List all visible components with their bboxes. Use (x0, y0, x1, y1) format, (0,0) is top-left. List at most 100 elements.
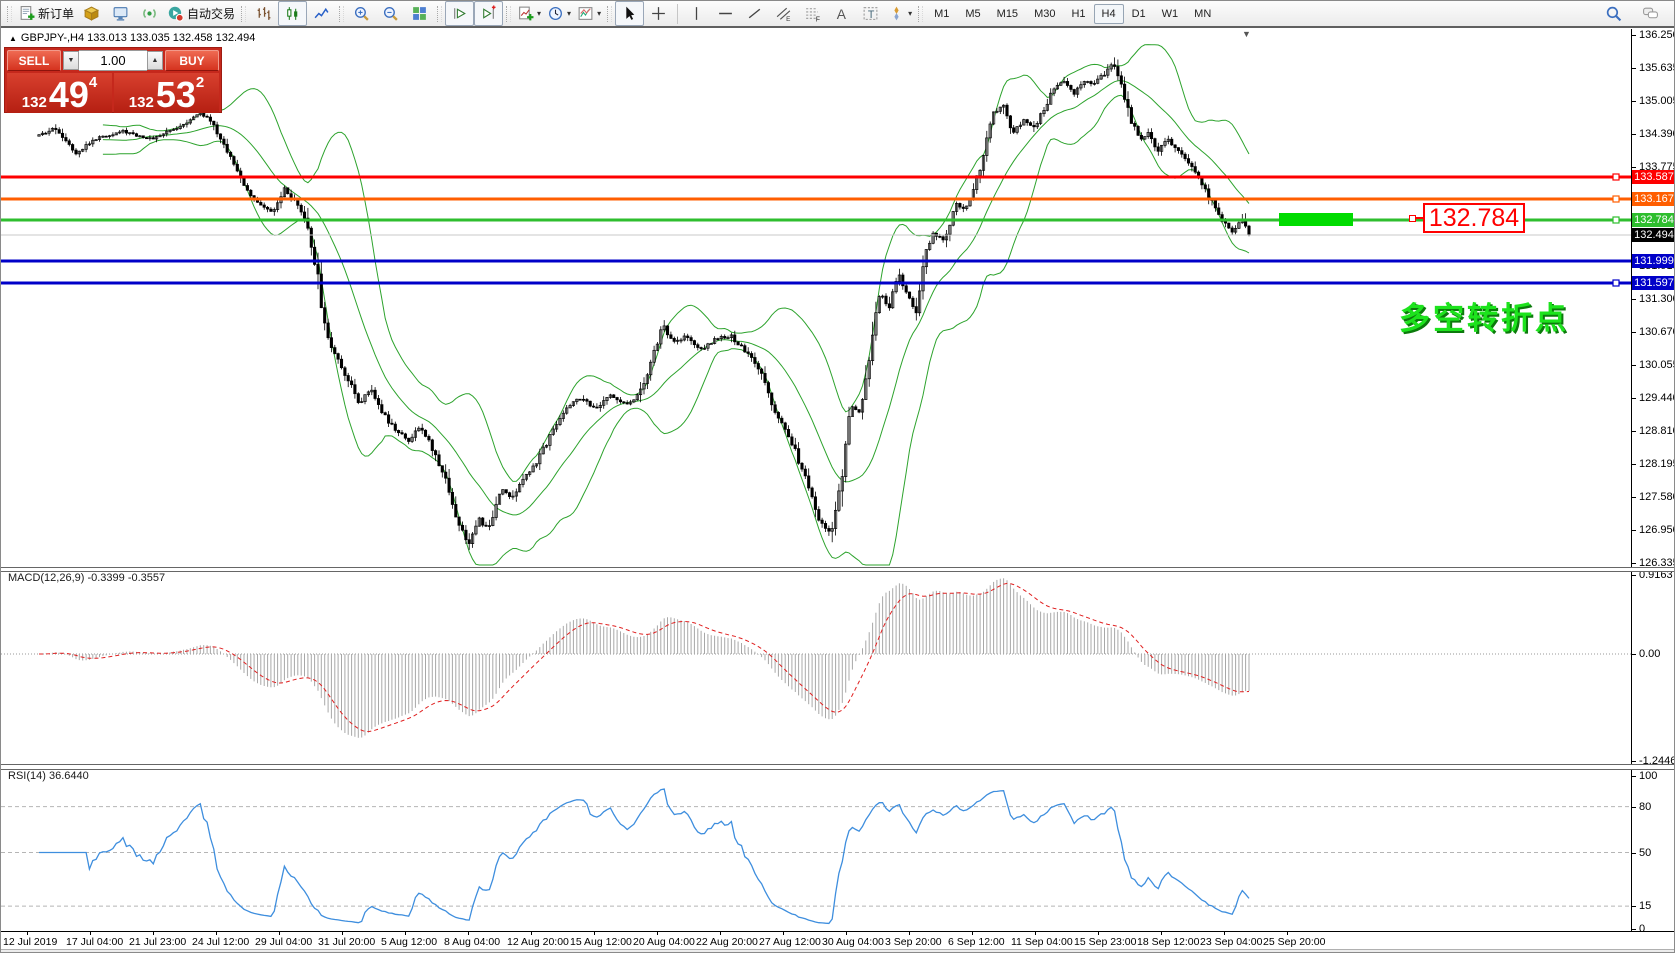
axis-tick (1631, 761, 1636, 762)
templates-button[interactable]: ▾ (574, 1, 604, 26)
zoom-out-button[interactable] (376, 1, 405, 26)
auto-trading-button[interactable]: 自动交易 (164, 1, 238, 26)
text-label-button[interactable]: T (856, 1, 885, 26)
ohlc-icon (255, 5, 272, 22)
timeframe-h4[interactable]: H4 (1094, 4, 1124, 24)
time-tick-label: 31 Jul 20:00 (318, 936, 375, 948)
candles (38, 57, 1250, 550)
rsi-tick-label: 100 (1639, 770, 1657, 782)
tile-windows-button[interactable] (405, 1, 434, 26)
axis-tick (1631, 906, 1636, 907)
svg-text:A: A (837, 6, 847, 22)
terminal-button[interactable] (106, 1, 135, 26)
timeframe-d1[interactable]: D1 (1124, 4, 1154, 24)
axis-tick (1631, 654, 1636, 655)
timeframe-m15[interactable]: M15 (989, 4, 1026, 24)
hline-icon (717, 5, 734, 22)
toolbar-group-handle[interactable] (607, 6, 612, 22)
volume-input[interactable]: 1.00 (79, 50, 147, 71)
panel-separator[interactable] (1, 567, 1675, 572)
zoom-in-button[interactable] (347, 1, 376, 26)
sell-price-button[interactable]: 132494 (7, 73, 112, 113)
arrows-button[interactable]: ▾ (885, 1, 915, 26)
sell-price-sup: 4 (89, 75, 97, 90)
chevron-down-icon: ▾ (567, 9, 571, 18)
macd-panel[interactable] (1, 570, 1631, 764)
toolbar-group-handle[interactable] (241, 6, 246, 22)
toolbar-group-handle[interactable] (437, 6, 442, 22)
status-bar (1, 949, 1675, 953)
buy-button[interactable]: BUY (165, 50, 219, 71)
toolbar-separator (677, 4, 678, 24)
axis-tick (1631, 68, 1636, 69)
toolbar-group-handle[interactable] (918, 6, 923, 22)
symbol-info-line: ▲GBPJPY-,H4 133.013 133.035 132.458 132.… (9, 32, 255, 44)
search-button[interactable] (1599, 1, 1628, 26)
periods-button[interactable]: ▾ (544, 1, 574, 26)
price-level-chip: 131.999 (1632, 254, 1675, 268)
toolbar-group-handle[interactable] (506, 6, 511, 22)
cursor-icon (621, 5, 638, 22)
toolbar-group-handle[interactable] (7, 6, 12, 22)
rsi-line (39, 789, 1249, 923)
buy-price-big: 53 (156, 80, 196, 110)
crosshair-button[interactable] (644, 1, 673, 26)
panel-separator[interactable] (1, 764, 1675, 770)
timeframe-h1[interactable]: H1 (1063, 4, 1093, 24)
tiles-icon (411, 5, 428, 22)
timeframe-mn[interactable]: MN (1186, 4, 1219, 24)
chat-button[interactable] (1636, 1, 1665, 26)
bollinger-bands (103, 45, 1249, 565)
sell-price-big: 49 (49, 80, 89, 110)
timeframe-m1[interactable]: M1 (926, 4, 957, 24)
fibonacci-button[interactable]: F (798, 1, 827, 26)
candle-icon (284, 5, 301, 22)
rsi-panel[interactable] (1, 768, 1631, 931)
time-tick (27, 932, 28, 935)
volume-decrease-button[interactable]: ▼ (63, 51, 79, 70)
chinese-annotation-text: 多空转折点 (1399, 293, 1569, 338)
time-tick-label: 25 Sep 20:00 (1263, 936, 1325, 948)
time-tick-label: 30 Aug 04:00 (822, 936, 884, 948)
doc-plus-icon (18, 5, 35, 22)
time-tick-label: 6 Sep 12:00 (948, 936, 1005, 948)
chart-shift-button[interactable] (474, 1, 503, 26)
bar-chart-button[interactable] (249, 1, 278, 26)
timeframe-m30[interactable]: M30 (1026, 4, 1063, 24)
volume-increase-button[interactable]: ▲ (147, 51, 163, 70)
line-chart-button[interactable] (307, 1, 336, 26)
time-tick-label: 27 Aug 12:00 (759, 936, 821, 948)
horizontal-line-button[interactable] (711, 1, 740, 26)
chart-shift-marker-icon[interactable]: ▼ (1242, 29, 1251, 39)
price-level-annotation[interactable]: 132.784 (1423, 203, 1525, 233)
equidistant-channel-button[interactable]: E (769, 1, 798, 26)
buy-price-sup: 2 (196, 75, 204, 90)
vertical-line-button[interactable] (682, 1, 711, 26)
time-tick (468, 932, 469, 935)
collapse-panel-icon[interactable]: ▲ (9, 34, 17, 43)
price-chart[interactable] (1, 29, 1631, 567)
cursor-button[interactable] (615, 1, 644, 26)
time-tick (720, 932, 721, 935)
time-tick (90, 932, 91, 935)
timeframe-w1[interactable]: W1 (1154, 4, 1187, 24)
text-button[interactable]: A (827, 1, 856, 26)
autoscroll-icon (451, 5, 468, 22)
time-tick-label: 29 Jul 04:00 (255, 936, 312, 948)
time-tick-label: 5 Aug 12:00 (381, 936, 437, 948)
trendline-button[interactable] (740, 1, 769, 26)
green-highlight-segment[interactable] (1279, 213, 1353, 226)
candlestick-chart-button[interactable] (278, 1, 307, 26)
indicators-button[interactable]: ▾ (514, 1, 544, 26)
auto-scroll-button[interactable] (445, 1, 474, 26)
new-order-button[interactable]: 新订单 (15, 1, 77, 26)
buy-price-button[interactable]: 132532 (114, 73, 219, 113)
signals-button[interactable] (135, 1, 164, 26)
price-level-chip: 132.784 (1632, 213, 1675, 227)
sell-button[interactable]: SELL (7, 50, 61, 71)
profiles-button[interactable] (77, 1, 106, 26)
timeframe-m5[interactable]: M5 (957, 4, 988, 24)
horizontal-level-lines[interactable] (1, 174, 1631, 286)
toolbar-group-handle[interactable] (339, 6, 344, 22)
channel-icon: E (775, 5, 792, 22)
